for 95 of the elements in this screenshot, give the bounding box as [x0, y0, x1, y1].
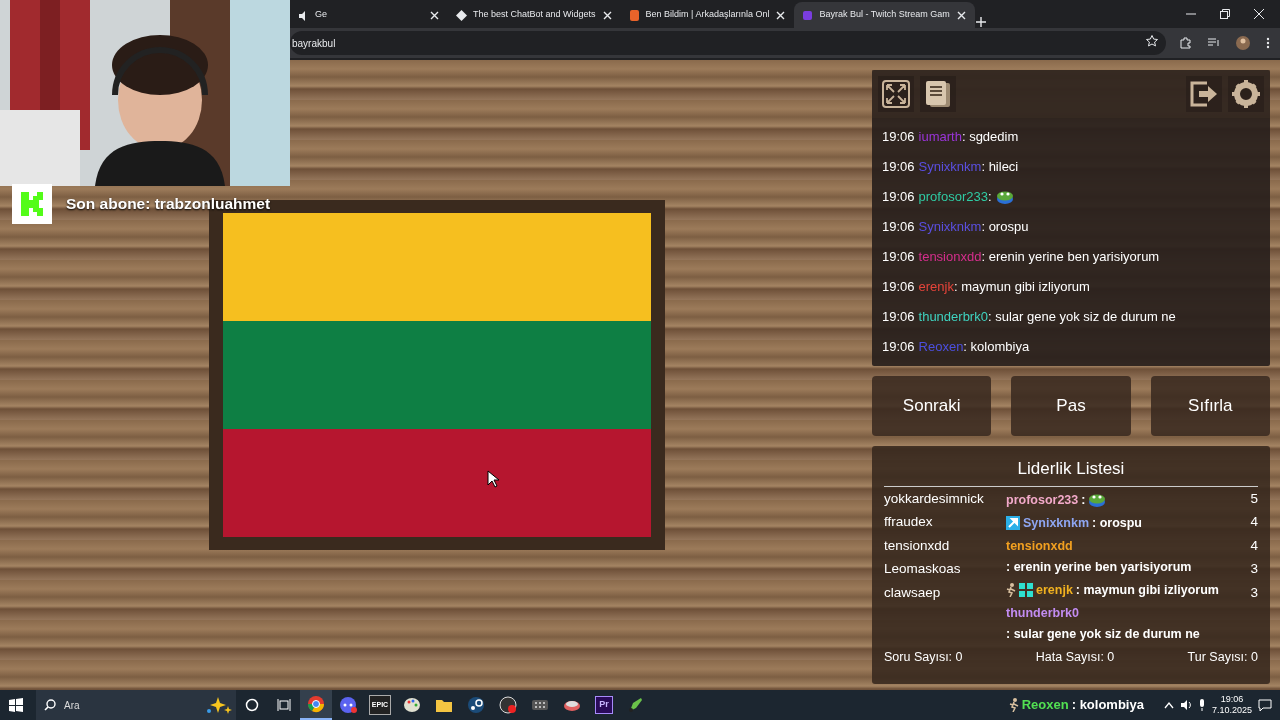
media-icon[interactable]	[1208, 37, 1220, 49]
clock[interactable]: 19:06 7.10.2025	[1211, 694, 1252, 716]
favicon-icon	[628, 9, 640, 21]
game-button[interactable]: Sıfırla	[1150, 376, 1270, 436]
chat-username: profosor233	[918, 188, 988, 207]
document-icon[interactable]	[923, 79, 953, 109]
task-view-icon[interactable]	[277, 698, 291, 712]
badge-icon	[1019, 582, 1033, 597]
stream-chat-username: profosor233	[1006, 491, 1079, 509]
brand-logo	[12, 184, 52, 224]
chat-message: : maymun gibi izliyorum	[953, 278, 1090, 297]
player-name: tensionxdd	[884, 536, 951, 555]
browser-icon[interactable]	[300, 690, 332, 720]
close-icon[interactable]	[1254, 9, 1264, 19]
chat-time: 19:06	[882, 248, 915, 267]
game-button[interactable]: Sonraki	[872, 376, 992, 436]
favicon-icon	[802, 9, 814, 21]
stat-text: Soru Sayısı: 0	[884, 648, 963, 666]
player-score: 4	[1249, 513, 1258, 531]
chat-message: : kolombiya	[963, 338, 1030, 357]
circle-icon[interactable]	[245, 698, 259, 712]
exit-icon[interactable]	[1189, 79, 1219, 109]
chat-message: : orospu	[981, 218, 1029, 237]
stream-chat-username: Reoxen	[1021, 696, 1069, 715]
search-field[interactable]: Ara	[36, 690, 236, 720]
player-name: yokkardesimnick	[884, 489, 985, 508]
address-bar[interactable]: bayrakbul	[290, 31, 1166, 55]
stream-chat-username: erenjk	[1036, 581, 1073, 599]
chat-time: 19:06	[882, 128, 915, 147]
stat-text: Hata Sayısı: 0	[1035, 648, 1115, 666]
restore-icon[interactable]	[1220, 9, 1230, 19]
speaker-icon[interactable]	[1179, 700, 1192, 710]
chat-time: 19:06	[882, 158, 915, 177]
browser-tab[interactable]: Bayrak Bul - Twitch Stream Gam	[794, 2, 975, 28]
search-icon	[44, 699, 56, 711]
close-icon[interactable]	[601, 9, 613, 21]
player-score: 3	[1249, 583, 1258, 602]
expand-icon[interactable]	[881, 79, 911, 109]
stream-chat-message: : erenin yerine ben yarisiyorum	[1006, 558, 1192, 576]
chat-time: 19:06	[882, 188, 915, 207]
stream-chat-message: :	[1081, 491, 1086, 509]
browser-tab[interactable]: Ben Bildim | Arkadaşlarınla Onl	[620, 2, 795, 28]
cursor-icon	[487, 470, 499, 488]
stat-text: Tur Sayısı: 0	[1187, 648, 1258, 666]
notification-icon[interactable]	[1258, 699, 1272, 711]
badge-icon	[1006, 515, 1020, 530]
chat-message: :	[987, 188, 992, 207]
subscriber-text: Son abone: trabzonluahmet	[66, 194, 271, 215]
chevron-icon[interactable]	[1163, 701, 1174, 709]
player-score: 5	[1249, 489, 1258, 508]
microphone-icon[interactable]	[1197, 699, 1206, 711]
windows-start-icon[interactable]	[9, 698, 23, 712]
stream-chat-username: Synixknkm	[1023, 514, 1089, 532]
stream-chat-message: : kolombiya	[1071, 696, 1144, 715]
player-name: ffraudex	[884, 513, 934, 531]
chat-message: : sular gene yok siz de durum ne	[987, 308, 1176, 327]
new-tab-icon[interactable]	[974, 16, 987, 28]
stream-chat-message: : sular gene yok siz de durum ne	[1006, 625, 1200, 643]
leaderboard-title: Liderlik Listesi	[884, 450, 1258, 487]
chat-message: : erenin yerine ben yarisiyorum	[981, 248, 1160, 267]
puzzle-icon[interactable]	[1180, 37, 1192, 49]
chat-message: : hileci	[981, 158, 1019, 177]
settings-icon[interactable]	[1231, 79, 1261, 109]
sparkle-icon	[206, 696, 232, 714]
close-icon[interactable]	[429, 9, 440, 21]
stream-chat-username: tensionxdd	[1006, 537, 1073, 555]
close-icon[interactable]	[955, 9, 967, 21]
chat-username: erenjk	[918, 278, 954, 297]
chat-time: 19:06	[882, 338, 915, 357]
clock-date: 7.10.2025	[1211, 705, 1252, 716]
runner-icon	[1008, 698, 1019, 712]
runner-icon	[1006, 582, 1016, 597]
browser-tab[interactable]: Ge	[290, 2, 448, 28]
url-text: bayrakbul	[292, 36, 336, 51]
player-score: 3	[1249, 560, 1258, 578]
browser-tab[interactable]: The best ChatBot and Widgets	[448, 2, 621, 28]
chat-message: : sgdedim	[961, 128, 1019, 147]
favicon-icon	[456, 9, 467, 21]
avatar-icon[interactable]	[1236, 36, 1250, 50]
player-name: clawsaep	[884, 583, 942, 602]
game-button[interactable]: Pas	[1011, 376, 1131, 436]
clock-time: 19:06	[1219, 694, 1245, 705]
chat-time: 19:06	[882, 218, 915, 237]
player-score: 4	[1249, 536, 1258, 555]
close-icon[interactable]	[775, 9, 787, 21]
chat-time: 19:06	[882, 308, 915, 327]
stream-chat-message: : maymun gibi izliyorum	[1075, 581, 1219, 599]
star-icon[interactable]	[1146, 35, 1158, 47]
stream-chat-username: thunderbrk0	[1006, 604, 1079, 622]
more-icon[interactable]	[1266, 37, 1270, 49]
chat-username: iumarth	[918, 128, 962, 147]
chat-username: thunderbrk0	[918, 308, 988, 327]
player-name: Leomaskoas	[884, 560, 962, 578]
stream-chat-message: : orospu	[1092, 514, 1142, 532]
chat-time: 19:06	[882, 278, 915, 297]
